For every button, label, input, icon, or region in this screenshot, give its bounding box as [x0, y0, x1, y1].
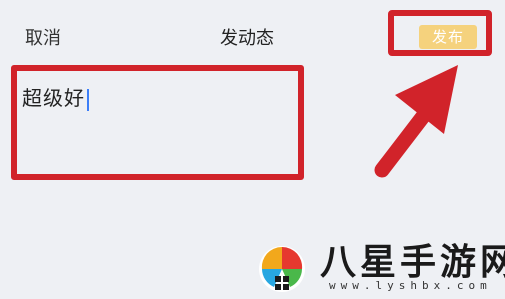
watermark: 八星手游网 www.lyshbx.com [250, 229, 505, 299]
watermark-url: www.lyshbx.com [329, 279, 492, 292]
watermark-brand: 八星手游网 [320, 242, 505, 283]
lyshbx-logo-icon [259, 246, 305, 292]
